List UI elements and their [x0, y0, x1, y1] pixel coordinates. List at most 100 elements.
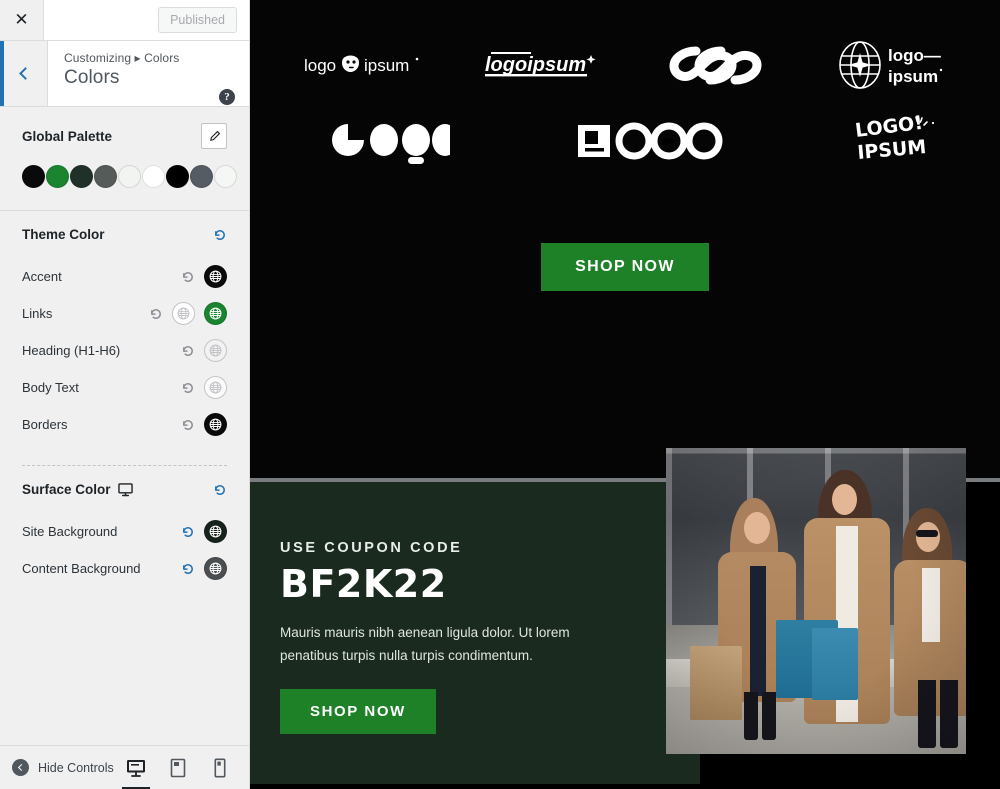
- logo-handwritten: LOGO! IPSUM: [854, 115, 940, 167]
- palette-swatch-3[interactable]: [70, 165, 93, 188]
- logo-square-l-icon: [578, 122, 723, 160]
- surface-color-header: Surface Color: [22, 482, 227, 497]
- surface-color-row: Content Background: [22, 550, 227, 587]
- monitor-icon: [117, 482, 133, 496]
- logo-bear-ipsum: logo ipsum: [304, 51, 422, 79]
- customizer-topbar: ✕ Published: [0, 0, 249, 41]
- globe-icon: [209, 525, 222, 538]
- device-mobile-button[interactable]: [209, 755, 231, 781]
- surface-color-title-text: Surface Color: [22, 482, 111, 497]
- back-button[interactable]: [0, 41, 48, 106]
- panel-body: Global Palette Theme Color Accent Links …: [0, 107, 249, 745]
- hide-controls-label: Hide Controls: [38, 760, 114, 775]
- hero-shop-now-button[interactable]: SHOP NOW: [541, 243, 709, 291]
- theme-color-color-button[interactable]: [204, 413, 227, 436]
- theme-color-default-color-button[interactable]: [172, 302, 195, 325]
- theme-color-label: Heading (H1-H6): [22, 343, 121, 358]
- reset-icon: [215, 229, 225, 240]
- theme-color-row: Borders: [22, 406, 227, 443]
- theme-color-reset-button[interactable]: [149, 307, 163, 321]
- hide-controls-button[interactable]: Hide Controls: [12, 759, 114, 776]
- surface-color-color-button[interactable]: [204, 520, 227, 543]
- preview-site: logo ipsum logoipsum logo— ipsum LOGO! I…: [250, 0, 1000, 789]
- globe-icon: [177, 307, 190, 320]
- svg-text:ipsum: ipsum: [888, 67, 938, 86]
- hero-section: logo ipsum logoipsum logo— ipsum LOGO! I…: [250, 0, 1000, 478]
- theme-color-row: Heading (H1-H6): [22, 332, 227, 369]
- globe-icon: [209, 344, 222, 357]
- palette-swatch-6[interactable]: [142, 165, 165, 188]
- customizer-sidebar: ✕ Published Customizing ▸ Colors Colors …: [0, 0, 250, 789]
- logo-globe-ipsum-icon: logo— ipsum: [839, 41, 943, 89]
- surface-color-section: Surface Color Site Background Content Ba…: [0, 466, 249, 597]
- theme-color-color-button[interactable]: [204, 265, 227, 288]
- theme-color-reset-button[interactable]: [181, 381, 195, 395]
- theme-color-color-button[interactable]: [204, 376, 227, 399]
- logo-square-l: [576, 121, 728, 161]
- theme-color-reset-button[interactable]: [181, 270, 195, 284]
- theme-color-tools: [181, 413, 227, 436]
- palette-swatch-9[interactable]: [214, 165, 237, 188]
- theme-color-reset-button[interactable]: [181, 418, 195, 432]
- logo-bold-rounded-icon: [332, 124, 450, 164]
- reset-icon: [183, 345, 193, 356]
- palette-swatch-2[interactable]: [46, 165, 69, 188]
- customizer-footer: Hide Controls: [0, 745, 249, 789]
- chevron-left-icon: [18, 67, 32, 80]
- reset-icon: [215, 484, 225, 495]
- coupon-code: BF2K22: [280, 562, 447, 606]
- theme-color-reset-button[interactable]: [213, 228, 227, 242]
- reset-icon: [183, 419, 193, 430]
- coupon-shop-now-button[interactable]: SHOP NOW: [280, 689, 436, 735]
- device-preview-switcher: [122, 755, 237, 789]
- theme-color-rows: Accent Links Heading (H1-H6) Body Text Borde…: [22, 258, 227, 443]
- surface-color-color-button[interactable]: [204, 557, 227, 580]
- reset-icon: [183, 271, 193, 282]
- svg-text:logo: logo: [304, 56, 336, 75]
- reset-icon: [183, 563, 193, 574]
- coupon-section: USE COUPON CODE BF2K22 Mauris mauris nib…: [250, 482, 700, 784]
- reset-icon: [183, 382, 193, 393]
- theme-color-row: Body Text: [22, 369, 227, 406]
- palette-swatch-7[interactable]: [166, 165, 189, 188]
- device-desktop-button[interactable]: [122, 755, 150, 789]
- theme-color-tools: [181, 376, 227, 399]
- help-icon[interactable]: ?: [219, 89, 235, 105]
- global-palette-swatches: [22, 165, 237, 188]
- close-icon: ✕: [14, 9, 29, 30]
- surface-color-label: Site Background: [22, 524, 118, 539]
- logo-chain-loops: [665, 41, 775, 89]
- palette-swatch-5[interactable]: [118, 165, 141, 188]
- logo-logoipsum-italic: logoipsum: [485, 49, 601, 81]
- site-preview[interactable]: logo ipsum logoipsum logo— ipsum LOGO! I…: [250, 0, 1000, 789]
- surface-color-title: Surface Color: [22, 482, 133, 497]
- hero-cta-wrap: SHOP NOW: [250, 243, 1000, 291]
- surface-color-tools: [181, 520, 227, 543]
- edit-palette-button[interactable]: [201, 123, 227, 149]
- palette-swatch-4[interactable]: [94, 165, 117, 188]
- svg-text:ipsum: ipsum: [364, 56, 409, 75]
- theme-color-color-button[interactable]: [204, 339, 227, 362]
- svg-text:logo—: logo—: [888, 46, 941, 65]
- theme-color-reset-button[interactable]: [181, 344, 195, 358]
- globe-icon: [209, 381, 222, 394]
- device-tablet-button[interactable]: [167, 755, 189, 781]
- close-customizer-button[interactable]: ✕: [0, 0, 44, 40]
- theme-color-row: Links: [22, 295, 227, 332]
- surface-color-reset-button[interactable]: [213, 483, 227, 497]
- theme-color-title: Theme Color: [22, 227, 105, 242]
- coupon-body-text: Mauris mauris nibh aenean ligula dolor. …: [280, 625, 570, 664]
- palette-swatch-1[interactable]: [22, 165, 45, 188]
- theme-color-color-button[interactable]: [204, 302, 227, 325]
- palette-swatch-8[interactable]: [190, 165, 213, 188]
- surface-color-reset-button[interactable]: [181, 525, 195, 539]
- theme-color-row: Accent: [22, 258, 227, 295]
- coupon-kicker: USE COUPON CODE: [280, 540, 463, 556]
- customizer-app: ✕ Published Customizing ▸ Colors Colors …: [0, 0, 1000, 789]
- surface-color-tools: [181, 557, 227, 580]
- logo-bear-ipsum-icon: logo ipsum: [304, 55, 419, 75]
- logo-row-1: logo ipsum logoipsum logo— ipsum: [250, 0, 1000, 96]
- publish-button[interactable]: Published: [158, 7, 237, 33]
- svg-text:IPSUM: IPSUM: [857, 136, 928, 164]
- surface-color-reset-button[interactable]: [181, 562, 195, 576]
